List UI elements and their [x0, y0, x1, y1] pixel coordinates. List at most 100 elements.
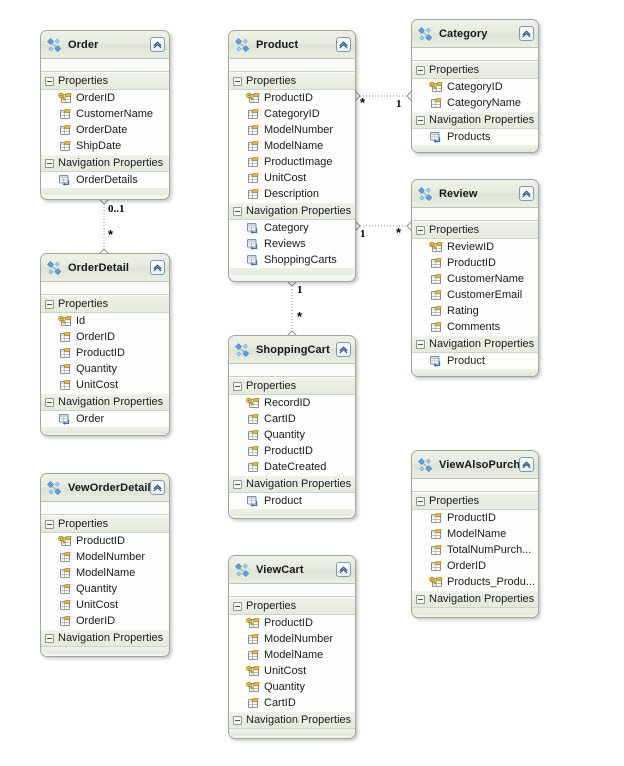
section-header-properties[interactable]: Properties	[41, 515, 169, 533]
property-row[interactable]: Description	[229, 186, 355, 202]
minus-toggle-icon[interactable]	[416, 225, 425, 235]
edmx-design-surface[interactable]: Order Properties OrderID CustomerName OrderD…	[0, 0, 624, 766]
section-header-properties[interactable]: Properties	[41, 295, 169, 313]
collapse-chevron-up-button[interactable]	[336, 342, 351, 357]
collapse-chevron-up-button[interactable]	[519, 26, 534, 41]
minus-toggle-icon[interactable]	[233, 479, 242, 489]
minus-toggle-icon[interactable]	[416, 65, 425, 75]
property-row[interactable]: ProductID	[412, 510, 538, 526]
entity-header[interactable]: Order	[41, 31, 169, 59]
association-order-orderdetail[interactable]	[99, 195, 109, 258]
property-row[interactable]: OrderID	[412, 558, 538, 574]
navigation-property-row[interactable]: ShoppingCarts	[229, 252, 355, 268]
property-row[interactable]: Quantity	[229, 679, 355, 695]
property-row[interactable]: ProductID	[41, 345, 169, 361]
property-row[interactable]: OrderID	[41, 90, 169, 106]
navigation-property-row[interactable]: Category	[229, 220, 355, 236]
property-row[interactable]: Products_Produ...	[412, 574, 538, 590]
property-row[interactable]: CategoryID	[412, 79, 538, 95]
property-row[interactable]: Comments	[412, 319, 538, 335]
minus-toggle-icon[interactable]	[45, 397, 54, 407]
property-row[interactable]: UnitCost	[41, 597, 169, 613]
section-header-navigation-properties[interactable]: Navigation Properties	[41, 154, 169, 172]
collapse-chevron-up-button[interactable]	[336, 37, 351, 52]
minus-toggle-icon[interactable]	[233, 76, 242, 86]
property-row[interactable]: CartID	[229, 695, 355, 711]
minus-toggle-icon[interactable]	[45, 76, 54, 86]
section-header-navigation-properties[interactable]: Navigation Properties	[412, 111, 538, 129]
property-row[interactable]: DateCreated	[229, 459, 355, 475]
minus-toggle-icon[interactable]	[233, 206, 242, 216]
section-header-properties[interactable]: Properties	[229, 72, 355, 90]
minus-toggle-icon[interactable]	[45, 633, 54, 643]
entity-header[interactable]: ViewAlsoPurch...	[412, 451, 538, 479]
property-row[interactable]: Quantity	[41, 361, 169, 377]
entity-veworderdetail[interactable]: VewOrderDetail Properties ProductID ModelNu…	[40, 473, 170, 657]
navigation-property-row[interactable]: Product	[229, 493, 355, 509]
property-row[interactable]: OrderID	[41, 329, 169, 345]
section-header-navigation-properties[interactable]: Navigation Properties	[229, 711, 355, 729]
section-header-properties[interactable]: Properties	[412, 61, 538, 79]
section-header-properties[interactable]: Properties	[412, 221, 538, 239]
collapse-chevron-up-button[interactable]	[150, 480, 165, 495]
minus-toggle-icon[interactable]	[233, 601, 242, 611]
entity-shoppingcart[interactable]: ShoppingCart Properties RecordID CartID Quan…	[228, 335, 356, 519]
minus-toggle-icon[interactable]	[45, 299, 54, 309]
property-row[interactable]: UnitCost	[229, 663, 355, 679]
property-row[interactable]: ProductID	[229, 443, 355, 459]
collapse-chevron-up-button[interactable]	[336, 562, 351, 577]
entity-header[interactable]: VewOrderDetail	[41, 474, 169, 502]
entity-header[interactable]: Product	[229, 31, 355, 59]
property-row[interactable]: RecordID	[229, 395, 355, 411]
section-header-properties[interactable]: Properties	[229, 377, 355, 395]
minus-toggle-icon[interactable]	[45, 519, 54, 529]
property-row[interactable]: CustomerEmail	[412, 287, 538, 303]
entity-header[interactable]: ViewCart	[229, 556, 355, 584]
property-row[interactable]: ShipDate	[41, 138, 169, 154]
property-row[interactable]: UnitCost	[41, 377, 169, 393]
entity-category[interactable]: Category Properties CategoryID CategoryName…	[411, 19, 539, 153]
property-row[interactable]: CategoryName	[412, 95, 538, 111]
property-row[interactable]: OrderDate	[41, 122, 169, 138]
section-header-navigation-properties[interactable]: Navigation Properties	[412, 590, 538, 608]
property-row[interactable]: ProductID	[412, 255, 538, 271]
collapse-chevron-up-button[interactable]	[150, 37, 165, 52]
entity-viewcart[interactable]: ViewCart Properties ProductID ModelNumber Mo…	[228, 555, 356, 739]
navigation-property-row[interactable]: OrderDetails	[41, 172, 169, 188]
section-header-navigation-properties[interactable]: Navigation Properties	[412, 335, 538, 353]
minus-toggle-icon[interactable]	[416, 594, 425, 604]
property-row[interactable]: CustomerName	[412, 271, 538, 287]
entity-header[interactable]: ShoppingCart	[229, 336, 355, 364]
section-header-properties[interactable]: Properties	[412, 492, 538, 510]
navigation-property-row[interactable]: Order	[41, 411, 169, 427]
entity-header[interactable]: OrderDetail	[41, 254, 169, 282]
collapse-chevron-up-button[interactable]	[150, 260, 165, 275]
entity-header[interactable]: Review	[412, 180, 538, 208]
property-row[interactable]: CategoryID	[229, 106, 355, 122]
entity-orderdetail[interactable]: OrderDetail Properties Id OrderID ProductID Q…	[40, 253, 170, 436]
section-header-navigation-properties[interactable]: Navigation Properties	[41, 629, 169, 647]
property-row[interactable]: Quantity	[41, 581, 169, 597]
property-row[interactable]: ProductImage	[229, 154, 355, 170]
minus-toggle-icon[interactable]	[233, 381, 242, 391]
property-row[interactable]: ModelNumber	[229, 631, 355, 647]
minus-toggle-icon[interactable]	[416, 496, 425, 506]
property-row[interactable]: ProductID	[229, 615, 355, 631]
entity-product[interactable]: Product Properties ProductID CategoryID Mode…	[228, 30, 356, 282]
property-row[interactable]: ReviewID	[412, 239, 538, 255]
property-row[interactable]: CustomerName	[41, 106, 169, 122]
property-row[interactable]: ModelName	[412, 526, 538, 542]
minus-toggle-icon[interactable]	[416, 115, 425, 125]
section-header-navigation-properties[interactable]: Navigation Properties	[229, 475, 355, 493]
property-row[interactable]: ModelNumber	[41, 549, 169, 565]
property-row[interactable]: ProductID	[41, 533, 169, 549]
property-row[interactable]: ModelNumber	[229, 122, 355, 138]
entity-review[interactable]: Review Properties ReviewID ProductID Custome…	[411, 179, 539, 377]
property-row[interactable]: TotalNumPurch...	[412, 542, 538, 558]
minus-toggle-icon[interactable]	[416, 339, 425, 349]
property-row[interactable]: OrderID	[41, 613, 169, 629]
navigation-property-row[interactable]: Product	[412, 353, 538, 369]
minus-toggle-icon[interactable]	[45, 158, 54, 168]
section-header-navigation-properties[interactable]: Navigation Properties	[229, 202, 355, 220]
navigation-property-row[interactable]: Reviews	[229, 236, 355, 252]
